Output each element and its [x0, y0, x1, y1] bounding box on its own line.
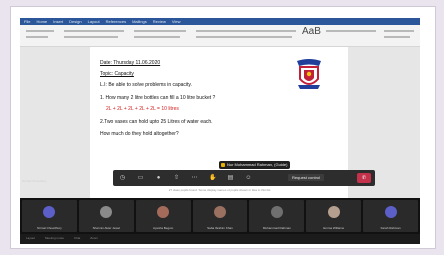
participant-name: Farah Rahman — [380, 226, 401, 230]
participant-name: Ayesha Begum — [153, 226, 174, 230]
status-zoom[interactable]: Zoom — [90, 236, 98, 242]
status-layout[interactable]: Layout — [26, 236, 35, 242]
menu-layout[interactable]: Layout — [88, 18, 100, 25]
meeting-toolbar: ◷ ▭ ● ⇧ ⋯ ✋ ▤ ☺ Request control ✆ — [113, 170, 375, 186]
participants-strip: Nirmal Chowdhury Sharmin Akter Jewel Aye… — [20, 198, 420, 234]
menu-review[interactable]: Review — [153, 18, 166, 25]
participant-avatar — [327, 206, 340, 218]
chat-icon[interactable]: ▤ — [227, 175, 234, 182]
participant-name: Muhammad Rahman — [262, 226, 291, 230]
status-notes[interactable]: Meeting notes — [45, 236, 64, 242]
question-1: 1. How many 2 litre bottles can fill a 1… — [100, 95, 216, 101]
timer-icon: ◷ — [119, 174, 126, 181]
participant-avatar — [100, 206, 113, 218]
date-line: Date: Thursday 11.06.2020 — [100, 60, 161, 66]
editing-group-row[interactable] — [384, 36, 410, 38]
topic-line: Topic: Capacity — [100, 71, 134, 77]
paragraph-align-row[interactable] — [134, 36, 180, 38]
participant-avatar — [214, 206, 226, 218]
meeting-screen: File Home Insert Design Layout Reference… — [20, 18, 420, 244]
mic-icon[interactable]: ● — [155, 175, 162, 182]
active-speaker-name: Nur Mohammad Rahman, (Guide) — [227, 162, 288, 167]
menu-references[interactable]: References — [106, 18, 126, 25]
microphone-icon — [221, 162, 225, 167]
participant-tile[interactable]: Sharmin Akter Jewel — [78, 200, 134, 232]
menu-home[interactable]: Home — [36, 18, 47, 25]
participant-name: Nirmal Chowdhury — [37, 226, 62, 230]
clipboard-group-row[interactable] — [26, 36, 48, 38]
more-actions-icon[interactable]: ⋯ — [191, 175, 198, 182]
participants-caption: 27 class pupils found. Some display name… — [168, 188, 272, 192]
participant-name: Emma Williams — [323, 226, 345, 230]
styles-gallery[interactable] — [196, 30, 296, 32]
presenter-name-label: Nirmal Chowdhury — [22, 179, 47, 183]
status-chat[interactable]: Chat — [74, 236, 80, 242]
objective-line: L.I: Be able to solve problems in capaci… — [100, 82, 192, 88]
style-heading-glyph[interactable]: AaB — [302, 26, 321, 37]
meeting-status-bar: Layout Meeting notes Chat Zoom — [20, 234, 420, 244]
question-3: How much do they hold altogether? — [100, 131, 179, 137]
question-2: 2.Two vases can hold upto 25 Litres of w… — [100, 119, 213, 125]
share-screen-icon[interactable]: ⇧ — [173, 175, 180, 182]
participant-name: Sharmin Akter Jewel — [92, 226, 120, 230]
clipboard-group[interactable] — [26, 30, 54, 32]
font-group[interactable] — [64, 30, 124, 32]
participant-tile[interactable]: Emma Williams — [306, 200, 362, 232]
word-menu-bar: File Home Insert Design Layout Reference… — [20, 18, 420, 25]
styles-more[interactable] — [326, 30, 376, 32]
font-format-row[interactable] — [64, 36, 118, 38]
word-ribbon: AaB — [20, 25, 420, 47]
participant-tile[interactable]: Ayesha Begum — [135, 200, 191, 232]
active-speaker-tooltip: Nur Mohammad Rahman, (Guide) — [219, 161, 291, 169]
paragraph-group[interactable] — [134, 30, 186, 32]
styles-gallery-row[interactable] — [196, 36, 292, 38]
leave-call-button[interactable]: ✆ — [357, 173, 371, 183]
menu-mailings[interactable]: Mailings — [132, 18, 147, 25]
request-control-button[interactable]: Request control — [288, 174, 325, 181]
participant-tile[interactable]: Saba Ibrahim Khan — [192, 200, 248, 232]
school-crest-logo — [297, 59, 321, 89]
camera-icon[interactable]: ▭ — [137, 175, 144, 182]
question-1-answer: 2L + 2L + 2L + 2L + 2L = 10 litres — [106, 106, 179, 112]
participant-avatar — [157, 206, 170, 218]
menu-file[interactable]: File — [24, 18, 30, 25]
participant-tile[interactable]: Muhammad Rahman — [249, 200, 305, 232]
participant-avatar — [270, 206, 283, 218]
participant-avatar — [384, 206, 397, 218]
participant-tile[interactable]: Farah Rahman — [363, 200, 419, 232]
participants-icon[interactable]: ☺ — [245, 175, 252, 182]
menu-design[interactable]: Design — [69, 18, 81, 25]
raise-hand-icon[interactable]: ✋ — [209, 175, 216, 182]
participant-avatar — [43, 206, 56, 218]
menu-insert[interactable]: Insert — [53, 18, 63, 25]
participant-name: Saba Ibrahim Khan — [207, 226, 233, 230]
editing-group[interactable] — [384, 30, 414, 32]
menu-view[interactable]: View — [172, 18, 181, 25]
participant-tile[interactable]: Nirmal Chowdhury — [22, 200, 77, 232]
